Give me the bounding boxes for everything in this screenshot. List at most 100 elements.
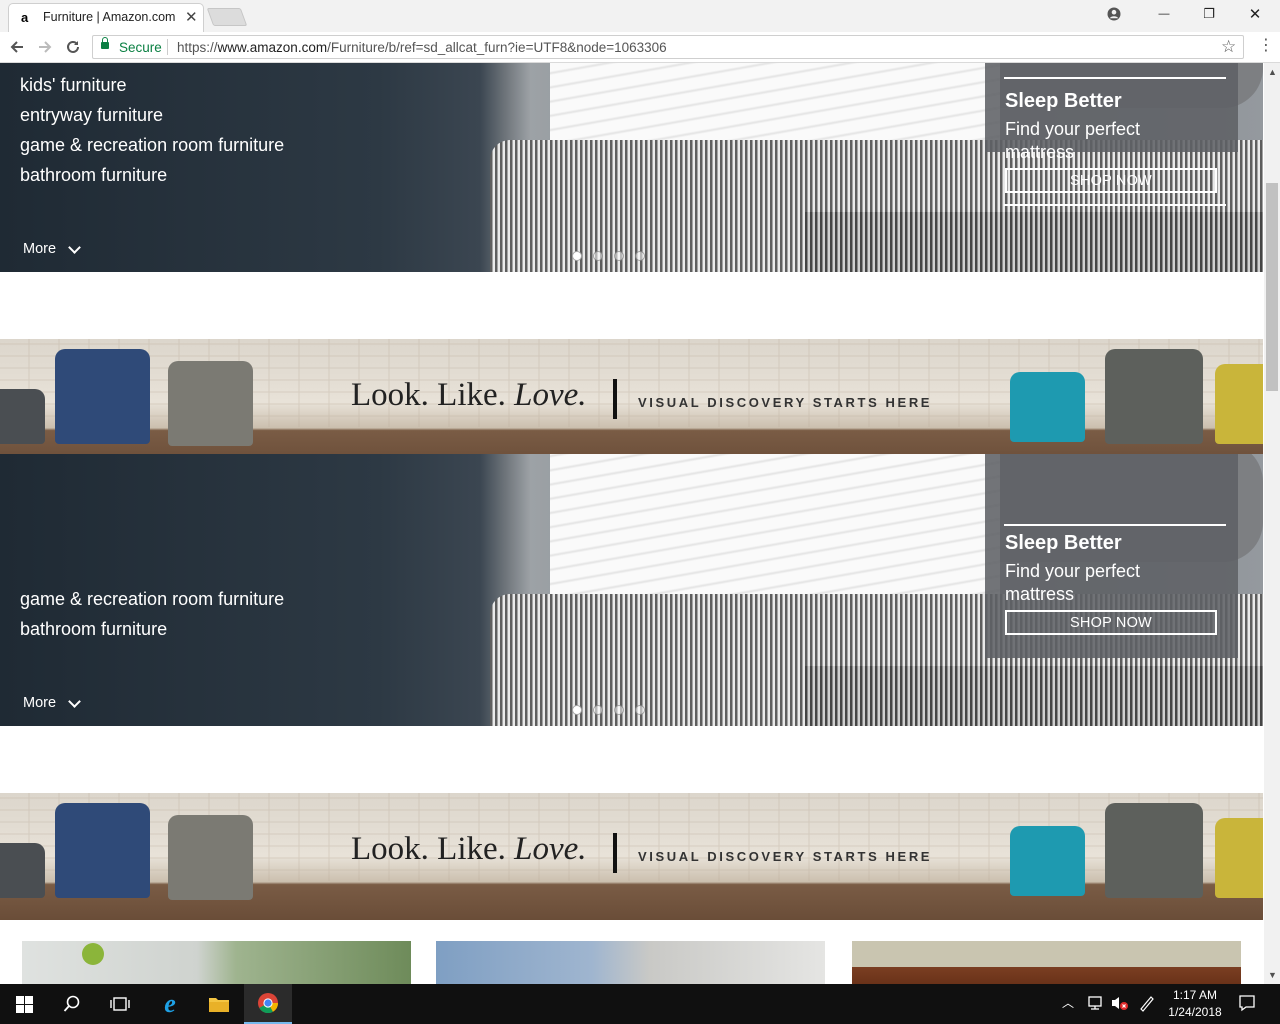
category-link[interactable]: bathroom furniture — [20, 619, 167, 640]
scroll-down-icon[interactable]: ▼ — [1268, 970, 1277, 980]
internet-explorer-button[interactable]: e — [146, 984, 194, 1024]
notifications-icon[interactable] — [1238, 994, 1256, 1015]
url-separator — [167, 39, 168, 55]
category-link[interactable]: kids' furniture — [20, 75, 126, 96]
url-text[interactable]: https://www.amazon.com/Furniture/b/ref=s… — [177, 40, 667, 55]
carousel-dot[interactable] — [635, 251, 645, 261]
task-view-button[interactable] — [96, 984, 144, 1024]
promo-title: Sleep Better — [1005, 532, 1122, 554]
start-button[interactable] — [0, 984, 48, 1024]
category-link[interactable]: entryway furniture — [20, 105, 163, 126]
close-window-button[interactable]: ✕ — [1235, 2, 1275, 26]
banner-divider — [613, 379, 617, 419]
arrow-right-icon — [39, 41, 52, 53]
chevron-down-icon — [68, 240, 81, 254]
chair-image — [1215, 818, 1263, 898]
url-path: /Furniture/b/ref=sd_allcat_furn?ie=UTF8&… — [327, 40, 667, 55]
chair-image — [0, 843, 45, 898]
category-tile-living-room[interactable] — [22, 941, 411, 984]
visual-discovery-banner[interactable]: Look. Like. Love. VISUAL DISCOVERY START… — [0, 793, 1263, 920]
shop-now-button[interactable]: SHOP NOW — [1005, 168, 1217, 193]
clock[interactable]: 1:17 AM 1/24/2018 — [1162, 987, 1228, 1021]
chair-image — [1105, 803, 1203, 898]
promo-divider — [1004, 204, 1226, 206]
category-tile-office[interactable] — [852, 941, 1241, 984]
carousel-dot[interactable] — [614, 705, 624, 715]
scroll-thumb[interactable] — [1266, 183, 1278, 391]
volume-muted-icon[interactable] — [1110, 994, 1130, 1015]
chair-image — [55, 803, 150, 898]
banner-slogan-b: Love. — [514, 831, 587, 867]
carousel-dots — [572, 705, 645, 715]
promo-divider — [1004, 524, 1226, 526]
banner-tagline: VISUAL DISCOVERY STARTS HERE — [638, 395, 933, 410]
more-button[interactable]: More — [23, 694, 81, 711]
menu-kebab-icon[interactable]: ⋮ — [1258, 38, 1274, 54]
reload-button[interactable] — [60, 34, 86, 60]
category-link[interactable]: game & recreation room furniture — [20, 135, 284, 156]
tab-title: Furniture | Amazon.com — [43, 10, 176, 24]
page-content: kids' furniture entryway furniture game … — [0, 63, 1263, 984]
browser-tab-active[interactable]: a Furniture | Amazon.com ✕ — [8, 3, 204, 32]
banner-slogan-b: Love. — [514, 377, 587, 413]
forward-button[interactable] — [32, 34, 58, 60]
reload-icon — [67, 40, 79, 53]
visual-discovery-banner[interactable]: Look. Like. Love. VISUAL DISCOVERY START… — [0, 339, 1263, 466]
lock-icon — [101, 37, 109, 49]
browser-toolbar: Secure https://www.amazon.com/Furniture/… — [0, 32, 1280, 63]
carousel-dot[interactable] — [572, 251, 582, 261]
banner-slogan: Look. Like. Love. — [351, 377, 587, 414]
carousel-dot[interactable] — [572, 705, 582, 715]
more-button[interactable]: More — [23, 240, 81, 257]
carousel-dot[interactable] — [614, 251, 624, 261]
banner-divider — [613, 833, 617, 873]
profile-icon[interactable] — [1100, 4, 1128, 24]
chair-image — [1215, 364, 1263, 444]
tab-close-icon[interactable]: ✕ — [185, 8, 198, 26]
bookmark-star-icon[interactable]: ☆ — [1221, 37, 1236, 57]
carousel-dot[interactable] — [593, 251, 603, 261]
carousel-dot[interactable] — [635, 705, 645, 715]
hero-carousel-bottom: game & recreation room furniture bathroo… — [0, 454, 1263, 726]
new-tab-button[interactable] — [206, 8, 248, 26]
folder-icon — [209, 998, 229, 1012]
category-link[interactable]: game & recreation room furniture — [20, 589, 284, 610]
clock-time: 1:17 AM — [1172, 988, 1218, 1002]
chrome-button[interactable] — [244, 984, 292, 1024]
promo-divider — [1004, 77, 1226, 79]
close-icon: ✕ — [1248, 6, 1262, 23]
minimize-button[interactable]: — — [1144, 2, 1184, 26]
category-tile-bedroom[interactable] — [436, 941, 825, 984]
url-scheme: https:// — [177, 40, 218, 55]
restore-button[interactable]: ❐ — [1189, 2, 1229, 26]
pen-icon[interactable] — [1138, 994, 1156, 1015]
tray-expand-icon[interactable]: ︿ — [1062, 994, 1074, 1011]
carousel-dot[interactable] — [593, 705, 603, 715]
chair-image — [0, 389, 45, 444]
chair-image — [168, 361, 253, 446]
vase-image — [82, 943, 104, 965]
banner-slogan: Look. Like. Love. — [351, 831, 587, 868]
amazon-favicon-icon: a — [21, 10, 29, 25]
back-button[interactable] — [4, 34, 30, 60]
chair-image — [1010, 826, 1085, 896]
promo-box: Sleep Better Find your perfect mattress … — [985, 63, 1238, 206]
address-bar[interactable]: Secure https://www.amazon.com/Furniture/… — [92, 35, 1244, 59]
task-view-icon — [110, 997, 130, 1011]
internet-explorer-icon: e — [164, 989, 176, 1018]
category-link[interactable]: bathroom furniture — [20, 165, 167, 186]
chair-image — [168, 815, 253, 900]
shop-now-button[interactable]: SHOP NOW — [1005, 610, 1217, 635]
hero-bed-base — [805, 212, 1263, 272]
network-icon[interactable] — [1086, 994, 1104, 1015]
promo-subtitle: Find your perfect mattress — [1005, 561, 1141, 604]
page-scrollbar[interactable]: ▲ ▼ — [1264, 63, 1280, 984]
restore-icon: ❐ — [1203, 6, 1215, 21]
promo-title: Sleep Better — [1005, 90, 1122, 112]
scroll-up-icon[interactable]: ▲ — [1268, 67, 1277, 77]
search-button[interactable] — [48, 984, 96, 1024]
chair-image — [55, 349, 150, 444]
file-explorer-button[interactable] — [195, 984, 243, 1024]
search-icon — [63, 995, 80, 1012]
chevron-down-icon — [68, 694, 81, 708]
